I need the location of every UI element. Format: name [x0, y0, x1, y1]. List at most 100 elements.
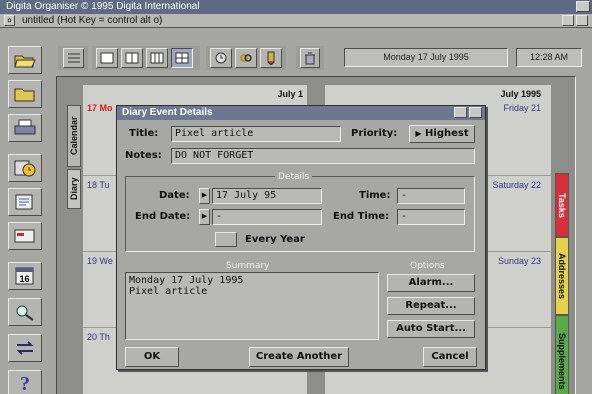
calendar-button[interactable]: 16 [8, 262, 42, 290]
end-date-popup-button[interactable]: ▶ [199, 209, 210, 225]
card-button[interactable] [8, 222, 42, 250]
time-field[interactable]: - [397, 188, 465, 204]
time-label: Time: [359, 190, 391, 201]
list-view-button[interactable] [63, 48, 84, 68]
marker-tool-button[interactable] [260, 48, 282, 68]
link-icon [240, 54, 252, 62]
year-view-button[interactable] [171, 48, 193, 68]
find-button[interactable] [8, 298, 42, 326]
current-time-display: 12:28 AM [516, 48, 582, 67]
diary-event-dialog: Diary Event Details Title: Pixel article… [116, 105, 486, 370]
window-title: untitled (Hot Key = control alt o) [22, 15, 163, 26]
date-label: Date: [159, 190, 190, 201]
swap-arrows-icon [16, 341, 34, 355]
title-label: Title: [129, 128, 159, 139]
dialog-depth-gadget[interactable] [469, 107, 482, 118]
trash-icon [305, 52, 315, 64]
day-label: Sunday 23 [497, 256, 541, 266]
window-title-bar: ¤ untitled (Hot Key = control alt o) [0, 14, 592, 28]
alarm-icon [215, 52, 227, 64]
month-view-icon [150, 52, 164, 64]
repeat-button[interactable]: Repeat... [387, 297, 475, 315]
week-view-button[interactable] [121, 48, 143, 68]
summary-group-title: Summary [223, 261, 273, 271]
cancel-button[interactable]: Cancel [423, 347, 477, 367]
month-view-button[interactable] [146, 48, 168, 68]
day-label: 20 Th [87, 332, 110, 342]
right-page-month: July 1995 [500, 89, 541, 99]
ok-button[interactable]: OK [125, 347, 179, 367]
tab-addresses[interactable]: Addresses [555, 237, 569, 315]
summary-line-title: Pixel article [129, 286, 208, 297]
calendar-16-icon: 16 [15, 267, 34, 285]
date-field[interactable]: 17 July 95 [212, 188, 322, 204]
open-file-button[interactable] [8, 46, 42, 74]
options-group-title: Options [407, 261, 448, 271]
end-date-label: End Date: [135, 211, 191, 222]
notepad-button[interactable] [8, 188, 42, 216]
list-icon [67, 53, 80, 63]
end-time-label: End Time: [333, 211, 390, 222]
priority-popup[interactable]: ▶ Highest [409, 125, 475, 143]
folder-open-icon [14, 55, 36, 68]
organiser-window: 16 ? Monday 17 July 1995 12:28 AM Calend… [0, 28, 592, 394]
popup-arrow-icon: ▶ [201, 192, 208, 199]
alarm-clock-button[interactable] [8, 154, 42, 182]
delete-button[interactable] [300, 48, 320, 68]
tab-calendar[interactable]: Calendar [67, 105, 81, 167]
swap-button[interactable] [8, 334, 42, 362]
folder-button[interactable] [8, 80, 42, 108]
every-year-label: Every Year [245, 234, 305, 245]
alarm-tool-button[interactable] [210, 48, 232, 68]
popup-arrow-icon: ▶ [415, 129, 422, 138]
dialog-zoom-gadget[interactable] [454, 107, 467, 118]
current-date-display: Monday 17 July 1995 [344, 48, 508, 67]
details-group-title: Details [275, 172, 313, 182]
priority-value: Highest [425, 128, 469, 139]
help-icon: ? [20, 372, 30, 394]
tab-tasks[interactable]: Tasks [555, 173, 569, 237]
end-date-field[interactable]: - [212, 209, 322, 225]
auto-start-button[interactable]: Auto Start... [387, 320, 475, 338]
printer-icon [14, 119, 36, 135]
notepad-icon [15, 194, 33, 210]
title-field[interactable]: Pixel article [171, 126, 341, 142]
window-zoom-gadget[interactable] [562, 15, 574, 26]
notes-label: Notes: [125, 150, 162, 161]
summary-line-date: Monday 17 July 1995 [129, 275, 244, 286]
day-label: 19 We [87, 256, 113, 266]
day-view-icon [100, 52, 114, 64]
left-page-month: July 1 [277, 89, 303, 99]
help-button[interactable]: ? [8, 370, 42, 394]
day-label: 18 Tu [87, 180, 110, 190]
create-another-button[interactable]: Create Another [249, 347, 349, 367]
folder-icon [14, 88, 35, 102]
card-icon [14, 229, 35, 243]
print-button[interactable] [8, 114, 42, 142]
every-year-checkbox[interactable] [215, 232, 237, 247]
tab-supplements[interactable]: Supplements [555, 315, 569, 394]
day-label: 17 Mo [87, 103, 113, 113]
screen-depth-gadget[interactable] [576, 1, 590, 12]
end-time-field[interactable]: - [397, 209, 465, 225]
year-view-icon [175, 52, 189, 64]
day-view-button[interactable] [96, 48, 118, 68]
window-depth-gadget[interactable] [576, 15, 588, 26]
dialog-title: Diary Event Details [122, 107, 213, 118]
summary-box: Monday 17 July 1995 Pixel article [125, 272, 379, 340]
search-icon [16, 305, 34, 321]
marker-icon [267, 51, 275, 65]
date-popup-button[interactable]: ▶ [199, 188, 210, 204]
week-view-icon [125, 52, 139, 64]
link-tool-button[interactable] [235, 48, 257, 68]
window-close-button[interactable]: ¤ [4, 15, 15, 26]
alarm-button[interactable]: Alarm... [387, 274, 475, 292]
tab-diary[interactable]: Diary [67, 169, 81, 209]
dialog-title-bar[interactable]: Diary Event Details [117, 106, 485, 120]
notes-field[interactable]: DO NOT FORGET [171, 148, 475, 164]
svg-text:16: 16 [19, 274, 29, 284]
screen-title: Digita Organiser © 1995 Digita Internati… [6, 1, 200, 12]
day-label: Friday 21 [503, 103, 541, 113]
priority-label: Priority: [351, 128, 398, 139]
clock-icon [14, 160, 36, 177]
